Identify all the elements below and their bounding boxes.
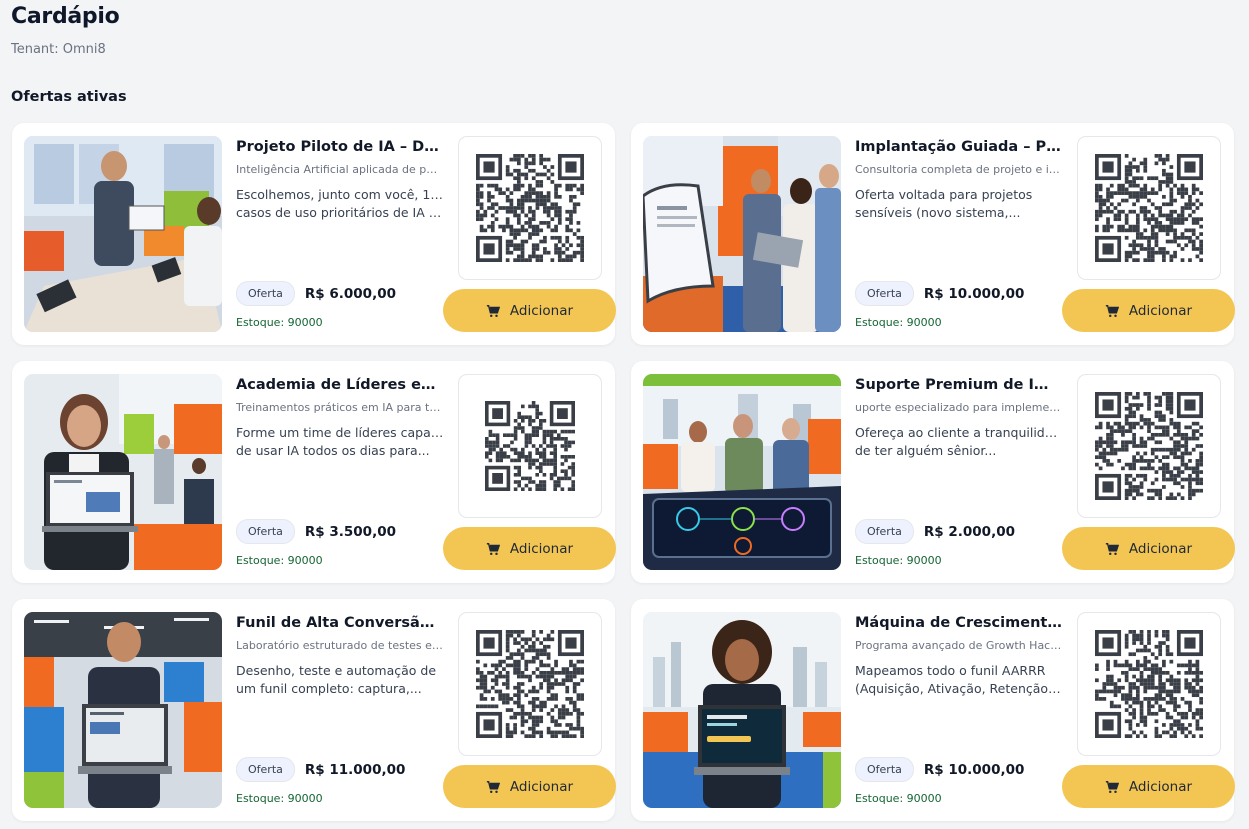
add-button-label: Adicionar <box>509 540 574 557</box>
offer-title: Máquina de Crescimento ... <box>855 615 1063 631</box>
offers-grid: Projeto Piloto de IA – Do ... Inteligênc… <box>12 123 1235 821</box>
offer-description-line: Ofereça ao cliente a tranquilidade <box>855 425 1063 440</box>
offer-stock: Estoque: 90000 <box>855 316 942 329</box>
offer-stock: Estoque: 90000 <box>855 554 942 567</box>
offer-image <box>643 612 841 808</box>
offer-stock: Estoque: 90000 <box>236 554 323 567</box>
add-button[interactable]: Adicionar <box>1062 527 1235 570</box>
cart-icon <box>486 542 501 556</box>
offer-stock: Estoque: 90000 <box>236 316 323 329</box>
offer-card: Implantação Guiada – Pro... Consultoria … <box>631 123 1235 345</box>
offer-subtitle: Consultoria completa de projeto e im... <box>855 163 1063 176</box>
qr-code <box>1077 136 1221 280</box>
add-button-label: Adicionar <box>1128 778 1193 795</box>
add-button-label: Adicionar <box>509 302 574 319</box>
offer-badge: Oferta <box>236 281 295 306</box>
offer-description-line: Desenho, teste e automação de <box>236 663 437 678</box>
qr-code <box>458 612 602 756</box>
offer-badge: Oferta <box>236 757 295 782</box>
offer-description-line: casos de uso prioritários de IA e... <box>236 205 444 220</box>
price-row: Oferta R$ 3.500,00 <box>236 519 396 544</box>
offer-badge: Oferta <box>855 757 914 782</box>
add-button[interactable]: Adicionar <box>443 289 616 332</box>
offer-price: R$ 3.500,00 <box>304 523 396 540</box>
add-button[interactable]: Adicionar <box>443 765 616 808</box>
offer-description-line: Oferta voltada para projetos <box>855 187 1033 202</box>
page-title: Cardápio <box>11 4 120 29</box>
price-row: Oferta R$ 2.000,00 <box>855 519 1015 544</box>
offer-title: Projeto Piloto de IA – Do ... <box>236 139 444 155</box>
offer-subtitle: Programa avançado de Growth Hacki... <box>855 639 1063 652</box>
offer-description-line: de ter alguém sênior... <box>855 443 997 458</box>
offer-price: R$ 10.000,00 <box>923 761 1025 778</box>
offer-image <box>24 612 222 808</box>
offer-subtitle: uporte especializado para implement... <box>855 401 1063 414</box>
offer-subtitle: Treinamentos práticos em IA para tra... <box>236 401 444 414</box>
cart-icon <box>486 780 501 794</box>
section-title: Ofertas ativas <box>11 89 127 105</box>
offer-card: Funil de Alta Conversão c... Laboratório… <box>12 599 616 821</box>
add-button-label: Adicionar <box>1128 302 1193 319</box>
offer-title: Suporte Premium de Impl... <box>855 377 1063 393</box>
add-button[interactable]: Adicionar <box>1062 765 1235 808</box>
offer-title: Funil de Alta Conversão c... <box>236 615 444 631</box>
offer-card: Academia de Líderes em I... Treinamentos… <box>12 361 616 583</box>
offer-badge: Oferta <box>236 519 295 544</box>
price-row: Oferta R$ 6.000,00 <box>236 281 396 306</box>
cart-icon <box>1105 780 1120 794</box>
offer-description: Mapeamos todo o funil AARRR (Aquisição, … <box>855 662 1063 698</box>
offer-description-line: sensíveis (novo sistema,... <box>855 205 1021 220</box>
price-row: Oferta R$ 10.000,00 <box>855 757 1024 782</box>
qr-code <box>1077 374 1221 518</box>
offer-stock: Estoque: 90000 <box>236 792 323 805</box>
offer-card: Projeto Piloto de IA – Do ... Inteligênc… <box>12 123 616 345</box>
offer-price: R$ 11.000,00 <box>304 761 406 778</box>
offer-badge: Oferta <box>855 519 914 544</box>
offer-card: Máquina de Crescimento ... Programa avan… <box>631 599 1235 821</box>
offer-description: Oferta voltada para projetos sensíveis (… <box>855 186 1063 222</box>
offer-description-line: Forme um time de líderes capazes <box>236 425 444 440</box>
offer-price: R$ 2.000,00 <box>923 523 1015 540</box>
add-button[interactable]: Adicionar <box>1062 289 1235 332</box>
offer-description: Desenho, teste e automação de um funil c… <box>236 662 444 698</box>
offer-description: Forme um time de líderes capazes de usar… <box>236 424 444 460</box>
offer-title: Academia de Líderes em I... <box>236 377 444 393</box>
offer-image <box>24 136 222 332</box>
offer-description-line: (Aquisição, Ativação, Retenção,... <box>855 681 1063 696</box>
offer-card: Suporte Premium de Impl... uporte especi… <box>631 361 1235 583</box>
cart-icon <box>1105 542 1120 556</box>
add-button-label: Adicionar <box>509 778 574 795</box>
offer-stock: Estoque: 90000 <box>855 792 942 805</box>
price-row: Oferta R$ 10.000,00 <box>855 281 1024 306</box>
offer-image <box>643 374 841 570</box>
offer-image <box>24 374 222 570</box>
offer-image <box>643 136 841 332</box>
cart-icon <box>1105 304 1120 318</box>
cart-icon <box>486 304 501 318</box>
add-button[interactable]: Adicionar <box>443 527 616 570</box>
offer-description-line: de usar IA todos os dias para... <box>236 443 430 458</box>
offer-subtitle: Laboratório estruturado de testes e ex..… <box>236 639 444 652</box>
price-row: Oferta R$ 11.000,00 <box>236 757 405 782</box>
add-button-label: Adicionar <box>1128 540 1193 557</box>
offer-price: R$ 6.000,00 <box>304 285 396 302</box>
offer-price: R$ 10.000,00 <box>923 285 1025 302</box>
tenant-label: Tenant: Omni8 <box>11 42 106 57</box>
offer-description-line: Escolhemos, junto com você, 1 a 3 <box>236 187 444 202</box>
qr-code <box>1077 612 1221 756</box>
offer-badge: Oferta <box>855 281 914 306</box>
offer-title: Implantação Guiada – Pro... <box>855 139 1063 155</box>
offer-description-line: um funil completo: captura,... <box>236 681 422 696</box>
qr-code <box>458 374 602 518</box>
offer-description-line: Mapeamos todo o funil AARRR <box>855 663 1046 678</box>
offer-description: Ofereça ao cliente a tranquilidade de te… <box>855 424 1063 460</box>
qr-code <box>458 136 602 280</box>
offer-subtitle: Inteligência Artificial aplicada de pon.… <box>236 163 444 176</box>
offer-description: Escolhemos, junto com você, 1 a 3 casos … <box>236 186 444 222</box>
